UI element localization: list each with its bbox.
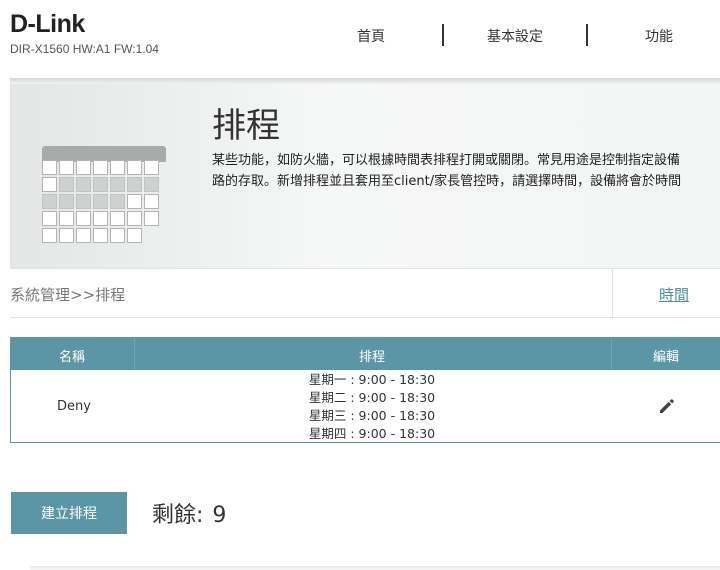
calendar-cell: [76, 211, 91, 226]
calendar-cell: [127, 160, 142, 175]
pencil-icon[interactable]: [657, 396, 677, 416]
schedule-table: 名稱 排程 編輯 Deny 星期一 : 9:00 - 18:30 星期二 : 9…: [10, 337, 720, 443]
top-header: D-Link DIR-X1560 HW:A1 FW:1.04 首頁 基本設定 功…: [0, 0, 720, 80]
remaining-count: 剩餘: 9: [150, 497, 226, 529]
page-title: 排程: [212, 106, 280, 146]
time-link[interactable]: 時間: [659, 284, 689, 305]
nav-basic-settings[interactable]: 基本設定: [487, 26, 543, 46]
schedule-line: 星期四 : 9:00 - 18:30: [308, 426, 436, 441]
calendar-cell: [110, 177, 125, 192]
calendar-cell: [76, 160, 91, 175]
nav-separator: [586, 24, 588, 46]
schedule-line: 星期二 : 9:00 - 18:30: [308, 390, 436, 405]
description-line: 某些功能，如防火牆，可以根據時間表排程打開或關閉。常見用途是控制指定設備: [212, 153, 681, 168]
calendar-cell: [144, 160, 159, 175]
calendar-cell: [127, 194, 142, 209]
nav-features[interactable]: 功能: [645, 26, 673, 46]
calendar-cell: [93, 160, 108, 175]
calendar-cell: [93, 228, 108, 243]
page-description: 某些功能，如防火牆，可以根據時間表排程打開或關閉。常見用途是控制指定設備 路的存…: [212, 150, 720, 192]
calendar-cell: [59, 194, 74, 209]
column-header-name: 名稱: [59, 350, 86, 365]
column-divider: [134, 338, 135, 370]
calendar-cell: [110, 160, 125, 175]
calendar-cell: [127, 211, 142, 226]
calendar-icon: [42, 146, 166, 248]
create-schedule-button[interactable]: 建立排程: [11, 492, 127, 534]
schedule-line: 星期一 : 9:00 - 18:30: [308, 372, 436, 387]
schedule-times: 星期一 : 9:00 - 18:30 星期二 : 9:00 - 18:30 星期…: [251, 371, 493, 443]
calendar-cell: [42, 160, 57, 175]
remaining-label: 剩餘:: [152, 503, 204, 528]
calendar-cell: [144, 177, 159, 192]
calendar-cell: [76, 177, 91, 192]
model-info: DIR-X1560 HW:A1 FW:1.04: [10, 42, 159, 56]
calendar-cell: [76, 228, 91, 243]
calendar-cell: [59, 160, 74, 175]
page-banner: 排程 某些功能，如防火牆，可以根據時間表排程打開或關閉。常見用途是控制指定設備 …: [10, 84, 720, 268]
calendar-cell: [42, 177, 57, 192]
time-tab[interactable]: 時間: [612, 269, 720, 317]
column-divider: [611, 338, 612, 370]
nav-separator: [442, 24, 444, 46]
calendar-cell: [144, 194, 159, 209]
breadcrumb: 系統管理>>排程: [10, 286, 126, 304]
schedule-name: Deny: [57, 399, 91, 414]
breadcrumb-bar: 系統管理>>排程 時間: [10, 268, 720, 318]
calendar-cell: [59, 211, 74, 226]
calendar-cell: [76, 194, 91, 209]
calendar-cell: [93, 194, 108, 209]
description-line: 路的存取。新增排程並且套用至client/家長管控時，請選擇時間，設備將會於時間: [212, 174, 682, 189]
calendar-cell: [144, 211, 159, 226]
table-header: 名稱 排程 編輯: [11, 338, 720, 370]
calendar-cell: [59, 177, 74, 192]
calendar-cell: [42, 194, 57, 209]
calendar-cell: [127, 177, 142, 192]
calendar-cell: [93, 177, 108, 192]
schedule-line: 星期三 : 9:00 - 18:30: [308, 408, 436, 423]
calendar-cell: [110, 228, 125, 243]
footer-divider: [30, 566, 720, 570]
dlink-logo[interactable]: D-Link: [10, 10, 85, 39]
calendar-cell: [110, 194, 125, 209]
calendar-cell: [42, 228, 57, 243]
calendar-cell: [42, 211, 57, 226]
calendar-cell: [59, 228, 74, 243]
column-header-edit: 編輯: [653, 350, 680, 365]
nav-home[interactable]: 首頁: [357, 26, 385, 46]
remaining-value: 9: [212, 503, 227, 528]
calendar-cell: [110, 211, 125, 226]
column-header-schedule: 排程: [359, 350, 386, 365]
calendar-cell: [127, 228, 142, 243]
calendar-cell: [93, 211, 108, 226]
